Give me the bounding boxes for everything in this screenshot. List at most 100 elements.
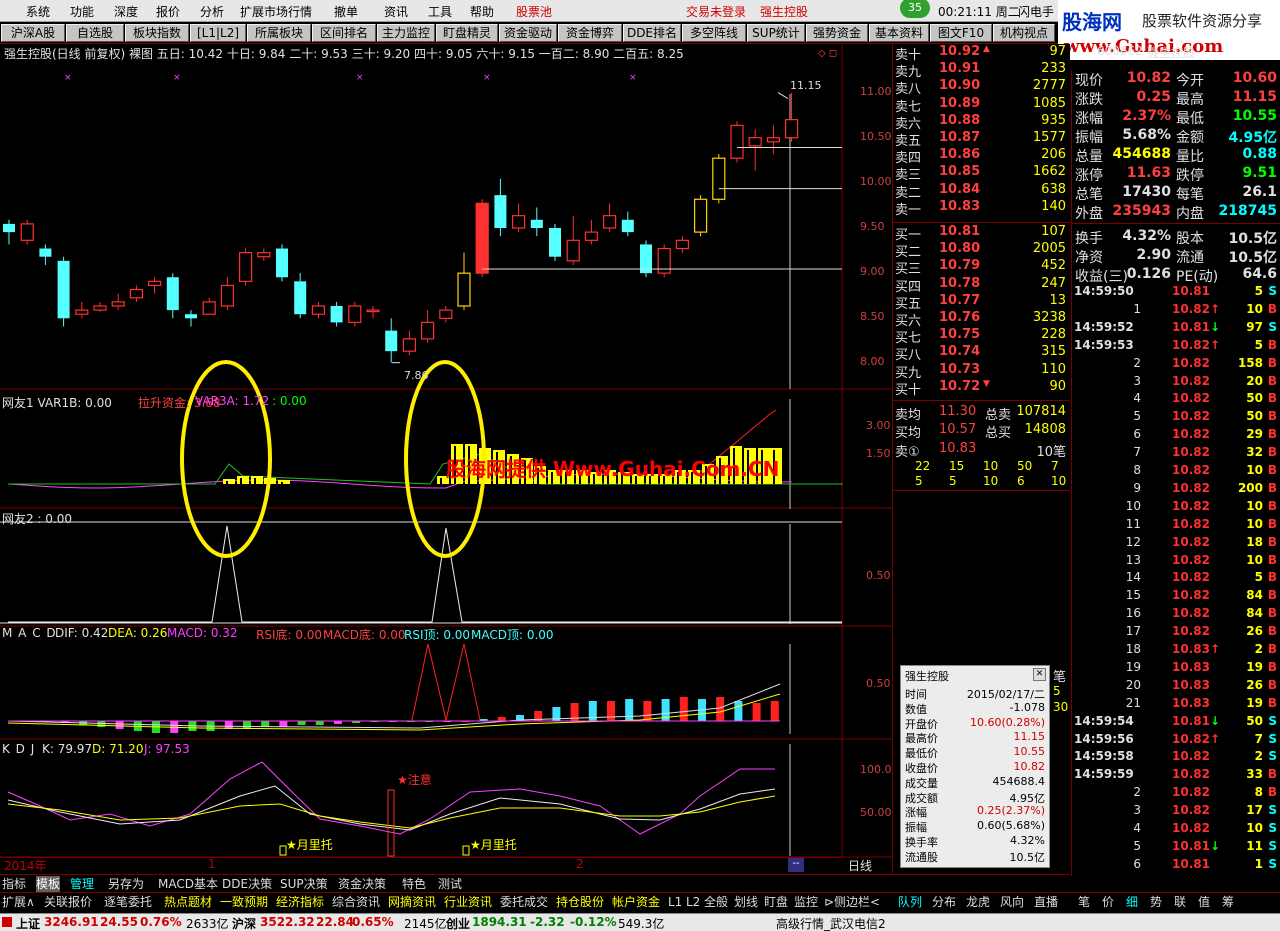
tick-list[interactable]: 14:59:50 10.81 5 S 1 10.82 ↑ 10 B 14:59:52 10.81 ↓ 9…: [1071, 282, 1280, 876]
side-tab[interactable]: 龙虎: [966, 894, 990, 910]
sell-level-6[interactable]: 卖六 10.88 935: [893, 113, 1070, 132]
menu-cancel-order[interactable]: 撤单: [334, 3, 358, 20]
tick-row[interactable]: 7 10.82 32 B: [1072, 445, 1280, 463]
tab-watch-spirit[interactable]: 盯盘精灵: [436, 24, 498, 42]
tab-long-short[interactable]: 多空阵线: [682, 24, 746, 42]
bottom-tab-ext[interactable]: 行业资讯: [444, 894, 492, 910]
sell-level-3[interactable]: 卖三 10.85 1662: [893, 164, 1070, 183]
menu-ext-market[interactable]: 扩展市场行情: [240, 3, 312, 20]
tab-sup-stats[interactable]: SUP统计: [747, 24, 805, 42]
buy-level-5[interactable]: 买五 10.77 13: [893, 293, 1070, 312]
buy-level-1[interactable]: 买一 10.81 107: [893, 224, 1070, 243]
tick-row[interactable]: 4 10.82 50 B: [1072, 391, 1280, 409]
bottom-tab-ext[interactable]: 帐户资金: [612, 894, 660, 910]
tab-dde-rank[interactable]: DDE排名: [623, 24, 681, 42]
bottom-tab-ext[interactable]: 逐笔委托: [104, 894, 152, 910]
bottom-tab-ext[interactable]: 盯盘: [764, 894, 788, 910]
tick-row[interactable]: 17 10.82 26 B: [1072, 624, 1280, 642]
tab-sh-sz-a[interactable]: 沪深A股: [1, 24, 65, 42]
bottom-tab-ext[interactable]: 持仓股份: [556, 894, 604, 910]
candle-info-popup[interactable]: 强生控股 ✕ 时间 2015/02/17/二 数值 -1.078 开盘价 10.60(0.…: [900, 665, 1050, 868]
tab-institution[interactable]: 机构视点: [993, 24, 1055, 42]
tab-l1-l2[interactable]: [L1|L2]: [190, 24, 246, 42]
sell-level-10[interactable]: 卖十 10.92 ▲ 97: [893, 44, 1070, 63]
bottom-tab[interactable]: 另存为: [108, 876, 144, 892]
sell-level-8[interactable]: 卖八 10.90 2777: [893, 78, 1070, 97]
buy-level-10[interactable]: 买十 10.72 ▼ 90: [893, 379, 1070, 398]
tick-row[interactable]: 8 10.82 10 B: [1072, 463, 1280, 481]
bottom-tab-ext[interactable]: 综合资讯: [332, 894, 380, 910]
menu-depth[interactable]: 深度: [114, 3, 138, 20]
tick-row[interactable]: 16 10.82 84 B: [1072, 606, 1280, 624]
tab-sector-index[interactable]: 板块指数: [125, 24, 189, 42]
tick-row[interactable]: 21 10.83 19 B: [1072, 696, 1280, 714]
tick-row[interactable]: 6 10.82 29 B: [1072, 427, 1280, 445]
side-tab[interactable]: 细: [1126, 894, 1138, 910]
tick-row[interactable]: 5 10.81 ↓ 11 S: [1072, 839, 1280, 857]
buy-level-6[interactable]: 买六 10.76 3238: [893, 310, 1070, 329]
tick-row[interactable]: 14:59:56 10.82 ↑ 7 S: [1072, 732, 1280, 750]
menu-analysis[interactable]: 分析: [200, 3, 224, 20]
side-tab[interactable]: 势: [1150, 894, 1162, 910]
tick-row[interactable]: 14:59:52 10.81 ↓ 97 S: [1072, 320, 1280, 338]
tick-row[interactable]: 6 10.81 1 S: [1072, 857, 1280, 875]
bottom-tab[interactable]: 测试: [438, 876, 462, 892]
bottom-tab-ext[interactable]: 委托成交: [500, 894, 548, 910]
sell-level-5[interactable]: 卖五 10.87 1577: [893, 130, 1070, 149]
side-tab[interactable]: 风向: [1000, 894, 1024, 910]
bottom-tab[interactable]: 资金决策: [338, 876, 386, 892]
tick-row[interactable]: 18 10.83 ↑ 2 B: [1072, 642, 1280, 660]
menu-tools[interactable]: 工具: [428, 3, 452, 20]
tab-basic-info[interactable]: 基本资料: [869, 24, 929, 42]
bottom-tab-ext[interactable]: 扩展∧: [2, 894, 35, 910]
buy-level-7[interactable]: 买七 10.75 228: [893, 327, 1070, 346]
bottom-tab[interactable]: 指标: [2, 876, 26, 892]
tick-row[interactable]: 4 10.82 10 S: [1072, 821, 1280, 839]
tab-strong-fund[interactable]: 强势资金: [806, 24, 868, 42]
tick-row[interactable]: 14:59:59 10.82 33 B: [1072, 767, 1280, 785]
period-label[interactable]: 日线: [848, 857, 872, 874]
tick-row[interactable]: 20 10.83 26 B: [1072, 678, 1280, 696]
tick-row[interactable]: 9 10.82 200 B: [1072, 481, 1280, 499]
sell-level-7[interactable]: 卖七 10.89 1085: [893, 96, 1070, 115]
bottom-tab-ext[interactable]: 全般: [704, 894, 728, 910]
sell-level-4[interactable]: 卖四 10.86 206: [893, 147, 1070, 166]
tick-row[interactable]: 14 10.82 5 B: [1072, 570, 1280, 588]
sell-level-2[interactable]: 卖二 10.84 638: [893, 182, 1070, 201]
tab-main-monitor[interactable]: 主力监控: [377, 24, 435, 42]
bottom-tab-ext[interactable]: 网摘资讯: [388, 894, 436, 910]
buy-level-8[interactable]: 买八 10.74 315: [893, 344, 1070, 363]
side-tab[interactable]: 分布: [932, 894, 956, 910]
tab-fund-game[interactable]: 资金博弈: [558, 24, 622, 42]
side-tab[interactable]: 直播: [1034, 894, 1058, 910]
bottom-tab-ext[interactable]: 一致预期: [220, 894, 268, 910]
bottom-tab-ext[interactable]: 关联报价: [44, 894, 92, 910]
side-tab[interactable]: 联: [1174, 894, 1186, 910]
buy-level-4[interactable]: 买四 10.78 247: [893, 276, 1070, 295]
side-tab[interactable]: 值: [1198, 894, 1210, 910]
tick-row[interactable]: 19 10.83 19 B: [1072, 660, 1280, 678]
bottom-tab-ext[interactable]: 经济指标: [276, 894, 324, 910]
bottom-tab[interactable]: SUP决策: [280, 876, 328, 892]
tab-range-rank[interactable]: 区间排名: [312, 24, 376, 42]
sell-level-1[interactable]: 卖一 10.83 140: [893, 199, 1070, 218]
bottom-tab[interactable]: 模板: [36, 876, 61, 892]
buy-level-9[interactable]: 买九 10.73 110: [893, 362, 1070, 381]
buy-level-3[interactable]: 买三 10.79 452: [893, 258, 1070, 277]
popup-close-icon[interactable]: ✕: [1033, 668, 1046, 681]
tick-row[interactable]: 3 10.82 17 S: [1072, 803, 1280, 821]
tick-row[interactable]: 13 10.82 10 B: [1072, 553, 1280, 571]
tab-fund-drive[interactable]: 资金驱动: [499, 24, 557, 42]
bottom-tab[interactable]: 管理: [70, 876, 94, 892]
tick-row[interactable]: 12 10.82 18 B: [1072, 535, 1280, 553]
bottom-tab-ext[interactable]: 热点题材: [164, 894, 212, 910]
tick-row[interactable]: 3 10.82 20 B: [1072, 374, 1280, 392]
date-cursor[interactable]: --: [788, 858, 804, 872]
tick-row[interactable]: 5 10.82 50 B: [1072, 409, 1280, 427]
side-tab[interactable]: 队列: [898, 894, 922, 910]
menu-stock-pool[interactable]: 股票池: [516, 3, 552, 20]
tick-row[interactable]: 14:59:50 10.81 5 S: [1072, 284, 1280, 302]
side-tab[interactable]: 笔: [1078, 894, 1090, 910]
tick-row[interactable]: 14:59:58 10.82 2 S: [1072, 749, 1280, 767]
tab-f10[interactable]: 图文F10: [930, 24, 992, 42]
